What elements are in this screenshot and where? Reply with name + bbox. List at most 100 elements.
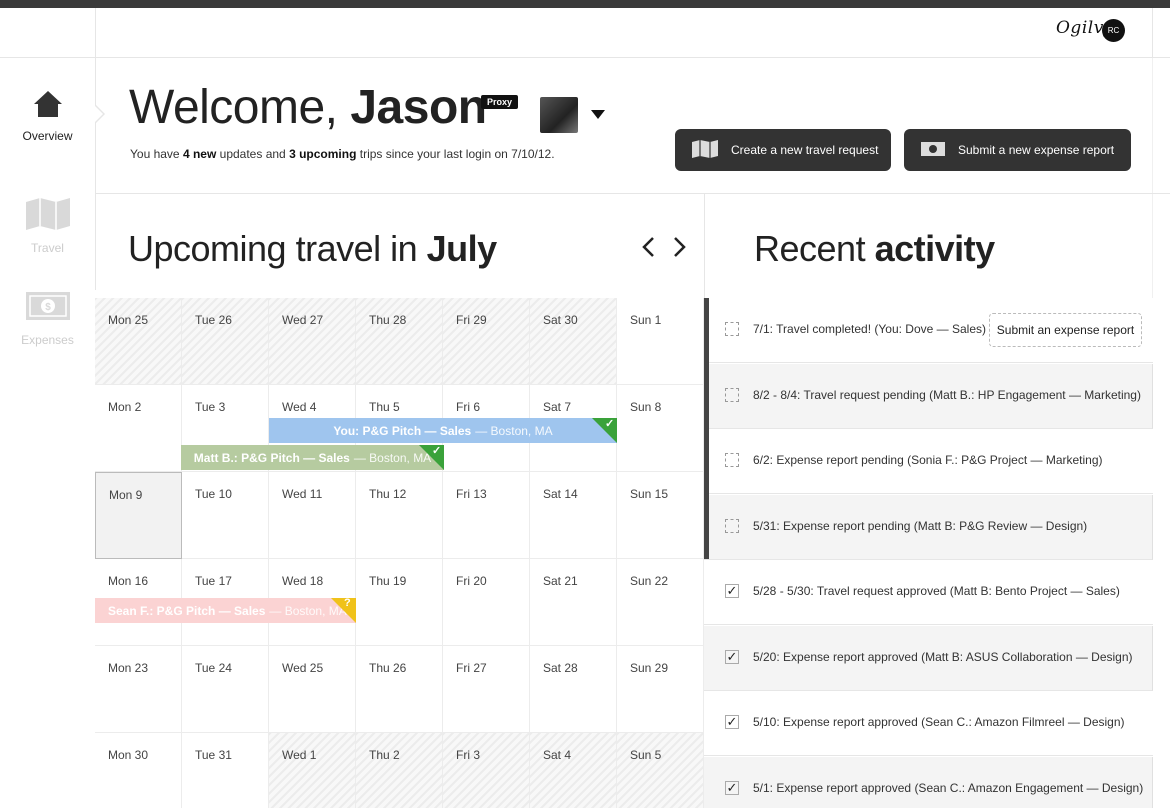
dollar-bill-icon [920,141,946,160]
calendar-day-cell[interactable]: Sat 14 [530,472,617,559]
calendar-day-cell[interactable]: Fri 20 [443,559,530,646]
map-icon [24,198,72,236]
previous-month-button[interactable] [638,236,660,258]
calendar-day-cell[interactable]: Tue 31 [182,733,269,808]
proxy-badge[interactable]: Proxy [481,95,519,109]
activity-item[interactable]: 7/1: Travel completed! (You: Dove — Sale… [704,298,1153,363]
activity-item[interactable]: 6/2: Expense report pending (Sonia F.: P… [704,429,1153,494]
submit-expense-report-link[interactable]: Submit an expense report [989,313,1142,347]
create-travel-request-button[interactable]: Create a new travel request [675,129,891,171]
checkbox-checked-icon[interactable]: ✓ [725,649,739,664]
sidebar-item-expenses[interactable]: $ Expenses [0,290,95,347]
calendar-day-cell[interactable]: Fri 3 [443,733,530,808]
calendar-event[interactable]: Matt B.: P&G Pitch — Sales — Boston, MA … [181,445,444,470]
calendar-day-cell[interactable]: Sun 29 [617,646,704,733]
calendar-day-cell[interactable]: Thu 12 [356,472,443,559]
calendar-day-cell[interactable]: Mon 23 [95,646,182,733]
calendar-grid: Sun 5 Sat 4 Fri 3 Thu 2 Wed 1 Tue 31 Mon 30 Sun… [95,298,705,808]
day-label: Wed 1 [282,748,317,762]
sidebar-item-overview[interactable]: Overview [0,88,95,143]
checkbox-empty-icon[interactable] [725,322,739,336]
day-label: Sat 14 [543,487,578,501]
submit-expense-report-button[interactable]: Submit a new expense report [904,129,1131,171]
day-label: Mon 9 [109,488,143,502]
summary-text: You have [130,147,180,161]
calendar-day-cell[interactable]: Thu 26 [356,646,443,733]
checkbox-checked-icon[interactable]: ✓ [725,780,739,795]
checkbox-empty-icon[interactable] [725,453,739,467]
calendar-event[interactable]: Sean F.: P&G Pitch — Sales — Boston, MA … [95,598,356,623]
chevron-down-icon[interactable] [591,110,605,119]
activity-item[interactable]: ✓ 5/20: Expense report approved (Matt B: … [704,625,1153,691]
calendar-day-cell[interactable]: Wed 11 [269,472,356,559]
calendar-day-cell[interactable]: Wed 1 [269,733,356,808]
calendar-day-cell[interactable]: Sun 1 [617,298,704,385]
activity-item[interactable]: ✓ 5/10: Expense report approved (Sean C.:… [704,691,1153,756]
calendar-day-cell[interactable]: Mon 30 [95,733,182,808]
activity-item[interactable]: 5/31: Expense report pending (Matt B: P&… [704,494,1153,560]
sidebar: Overview Travel $ Expenses [0,58,105,808]
header-divider [1152,8,1153,58]
activity-text: 5/20: Expense report approved (Matt B: A… [753,649,1133,664]
calendar-day-cell[interactable]: Sat 21 [530,559,617,646]
activity-item[interactable]: ✓ 5/28 - 5/30: Travel request approved (M… [704,560,1153,625]
calendar-day-cell[interactable]: Mon 2 [95,385,182,472]
day-label: Thu 19 [369,574,407,588]
title-prefix: Upcoming travel in [128,228,418,269]
question-icon: ? [344,598,351,609]
calendar-day-cell[interactable]: Tue 24 [182,646,269,733]
event-location: — Boston, MA [475,423,553,438]
title-prefix: Recent [754,228,866,269]
calendar-day-cell[interactable]: Sun 8 [617,385,704,472]
unread-accent [704,298,709,559]
calendar-day-cell[interactable]: Sun 22 [617,559,704,646]
dollar-bill-icon: $ [24,292,72,328]
calendar-day-cell[interactable]: Fri 29 [443,298,530,385]
calendar-day-cell[interactable]: Fri 27 [443,646,530,733]
day-label: Wed 18 [282,574,324,588]
chevron-left-icon [642,237,654,257]
calendar-day-cell[interactable]: Tue 26 [182,298,269,385]
activity-text: 5/28 - 5/30: Travel request approved (Ma… [753,584,1120,598]
activity-list: 7/1: Travel completed! (You: Dove — Sale… [704,298,1153,808]
calendar-day-cell[interactable]: Thu 28 [356,298,443,385]
user-avatar-badge[interactable]: RC [1102,19,1125,42]
calendar-day-cell[interactable]: Mon 9 [95,472,182,559]
day-label: Sat 21 [543,574,578,588]
summary-text: trips since your last login on 7/10/12. [359,147,555,161]
calendar-day-cell[interactable]: Sat 30 [530,298,617,385]
day-label: Fri 6 [456,400,480,414]
calendar-day-cell[interactable]: Wed 27 [269,298,356,385]
calendar-day-cell[interactable]: Sun 5 [617,733,704,808]
top-bar [0,0,1170,8]
checkbox-checked-icon[interactable]: ✓ [725,584,739,598]
calendar-day-cell[interactable]: Fri 13 [443,472,530,559]
check-icon: ✓ [605,418,615,430]
checkbox-empty-icon[interactable] [725,387,739,402]
calendar-day-cell[interactable]: Thu 19 [356,559,443,646]
next-month-button[interactable] [668,236,690,258]
day-label: Sun 8 [630,400,662,414]
event-title: Matt B.: P&G Pitch — Sales [193,450,350,465]
calendar-day-cell[interactable]: Thu 2 [356,733,443,808]
active-pointer [94,104,105,124]
day-label: Wed 11 [282,487,323,501]
day-label: Sun 22 [630,574,669,588]
sidebar-item-travel[interactable]: Travel [0,196,95,255]
svg-text:$: $ [45,302,51,313]
welcome-summary: You have 4 new updates and 3 upcoming tr… [130,147,555,161]
calendar-event[interactable]: You: P&G Pitch — Sales — Boston, MA ✓ [269,418,617,443]
approved-marker: ✓ [419,445,444,470]
calendar-day-cell[interactable]: Tue 10 [182,472,269,559]
activity-item[interactable]: 8/2 - 8/4: Travel request pending (Matt … [704,363,1153,429]
calendar-day-cell[interactable]: Sat 28 [530,646,617,733]
checkbox-checked-icon[interactable]: ✓ [725,715,739,729]
calendar-day-cell[interactable]: Mon 25 [95,298,182,385]
calendar-day-cell[interactable]: Sun 15 [617,472,704,559]
calendar-day-cell[interactable]: Wed 25 [269,646,356,733]
day-label: Mon 2 [108,400,142,414]
calendar-day-cell[interactable]: Sat 4 [530,733,617,808]
checkbox-empty-icon[interactable] [725,518,739,533]
activity-item[interactable]: ✓ 5/1: Expense report approved (Sean C.: … [704,756,1153,808]
user-avatar[interactable] [540,97,578,133]
